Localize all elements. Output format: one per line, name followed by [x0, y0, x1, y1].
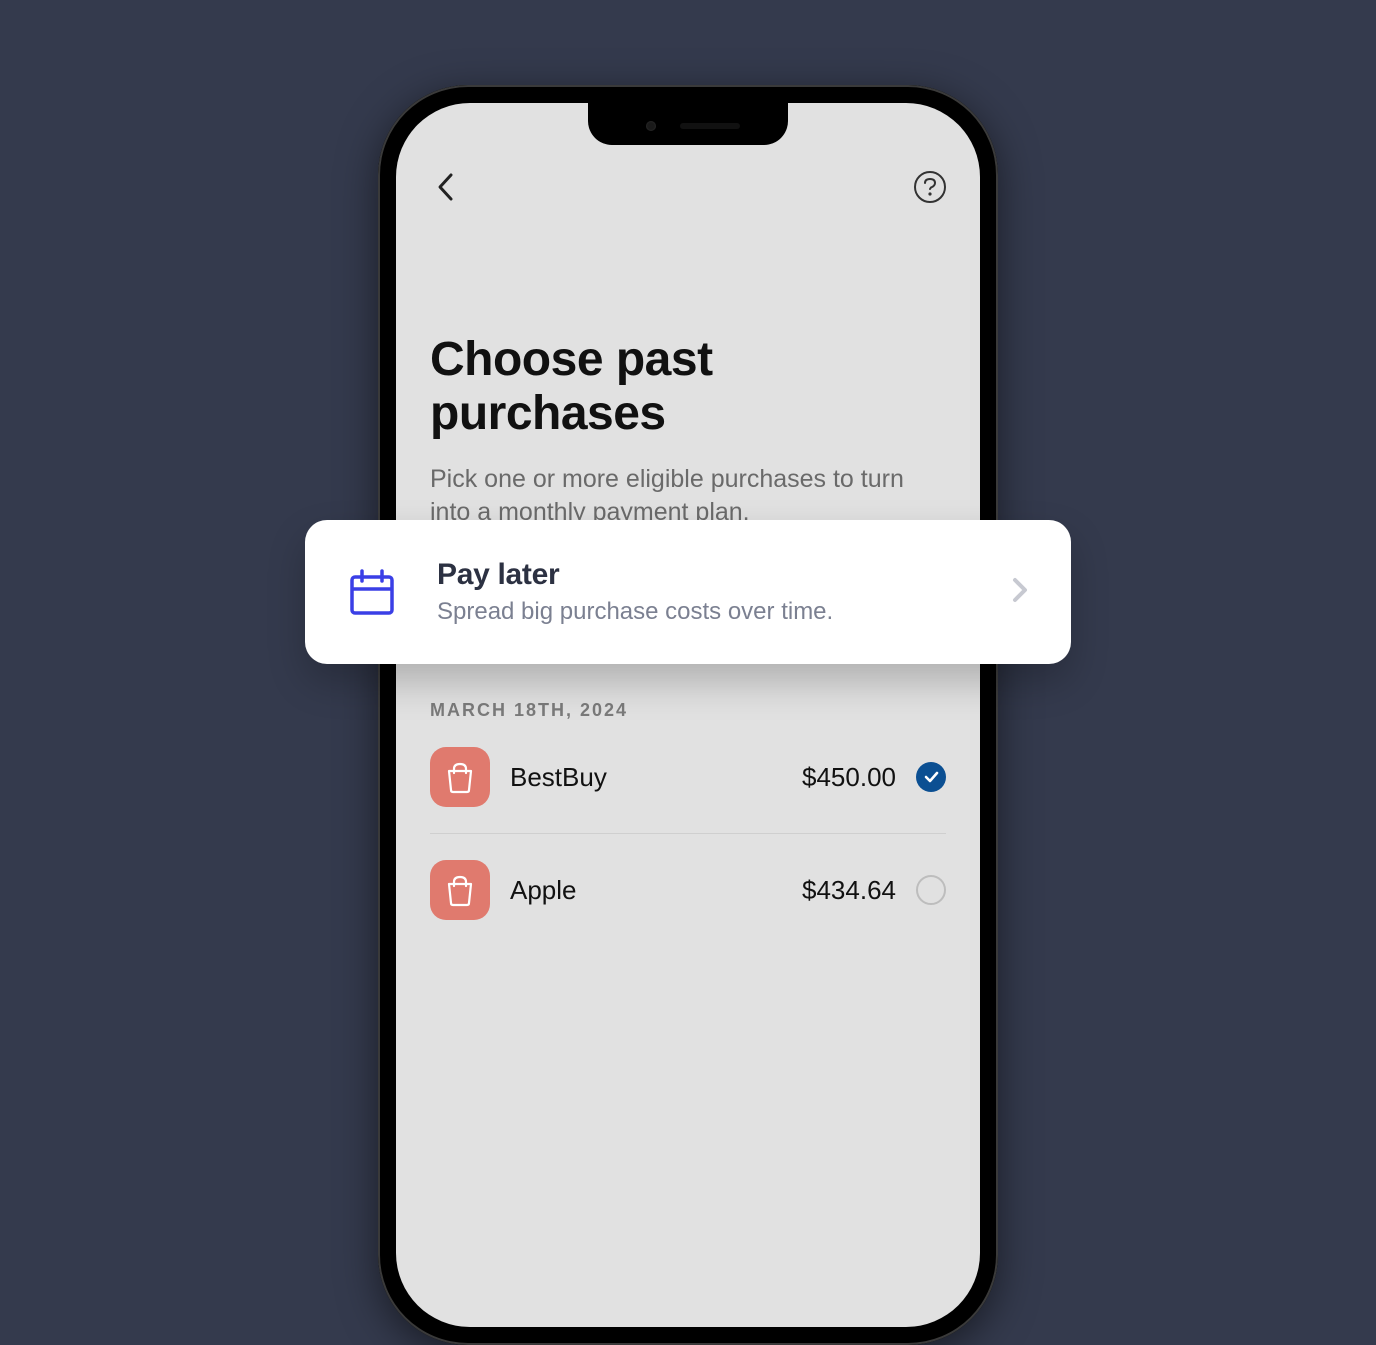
shopping-bag-icon [430, 860, 490, 920]
purchase-row-apple[interactable]: Apple $434.64 [430, 834, 946, 946]
phone-screen: Choose past purchases Pick one or more e… [396, 103, 980, 1327]
shopping-bag-icon [430, 747, 490, 807]
overlay-title: Pay later [437, 558, 971, 592]
page-title: Choose past purchases [430, 333, 946, 441]
phone-mockup: Choose past purchases Pick one or more e… [378, 85, 998, 1345]
chevron-right-icon [1011, 576, 1029, 609]
overlay-text: Pay later Spread big purchase costs over… [437, 558, 971, 626]
purchase-row-bestbuy[interactable]: BestBuy $450.00 [430, 721, 946, 834]
back-icon [435, 172, 457, 202]
overlay-subtitle: Spread big purchase costs over time. [437, 598, 971, 626]
help-button[interactable] [908, 165, 952, 209]
date-header: MARCH 18TH, 2024 [430, 700, 946, 721]
help-icon [913, 170, 947, 204]
phone-notch [588, 103, 788, 145]
purchase-amount: $434.64 [802, 875, 896, 906]
calendar-icon [347, 567, 397, 617]
merchant-name: Apple [510, 875, 782, 906]
pay-later-card[interactable]: Pay later Spread big purchase costs over… [305, 520, 1071, 664]
purchase-amount: $450.00 [802, 762, 896, 793]
merchant-name: BestBuy [510, 762, 782, 793]
back-button[interactable] [424, 165, 468, 209]
selection-check[interactable] [916, 875, 946, 905]
check-icon [922, 768, 940, 786]
selection-check[interactable] [916, 762, 946, 792]
